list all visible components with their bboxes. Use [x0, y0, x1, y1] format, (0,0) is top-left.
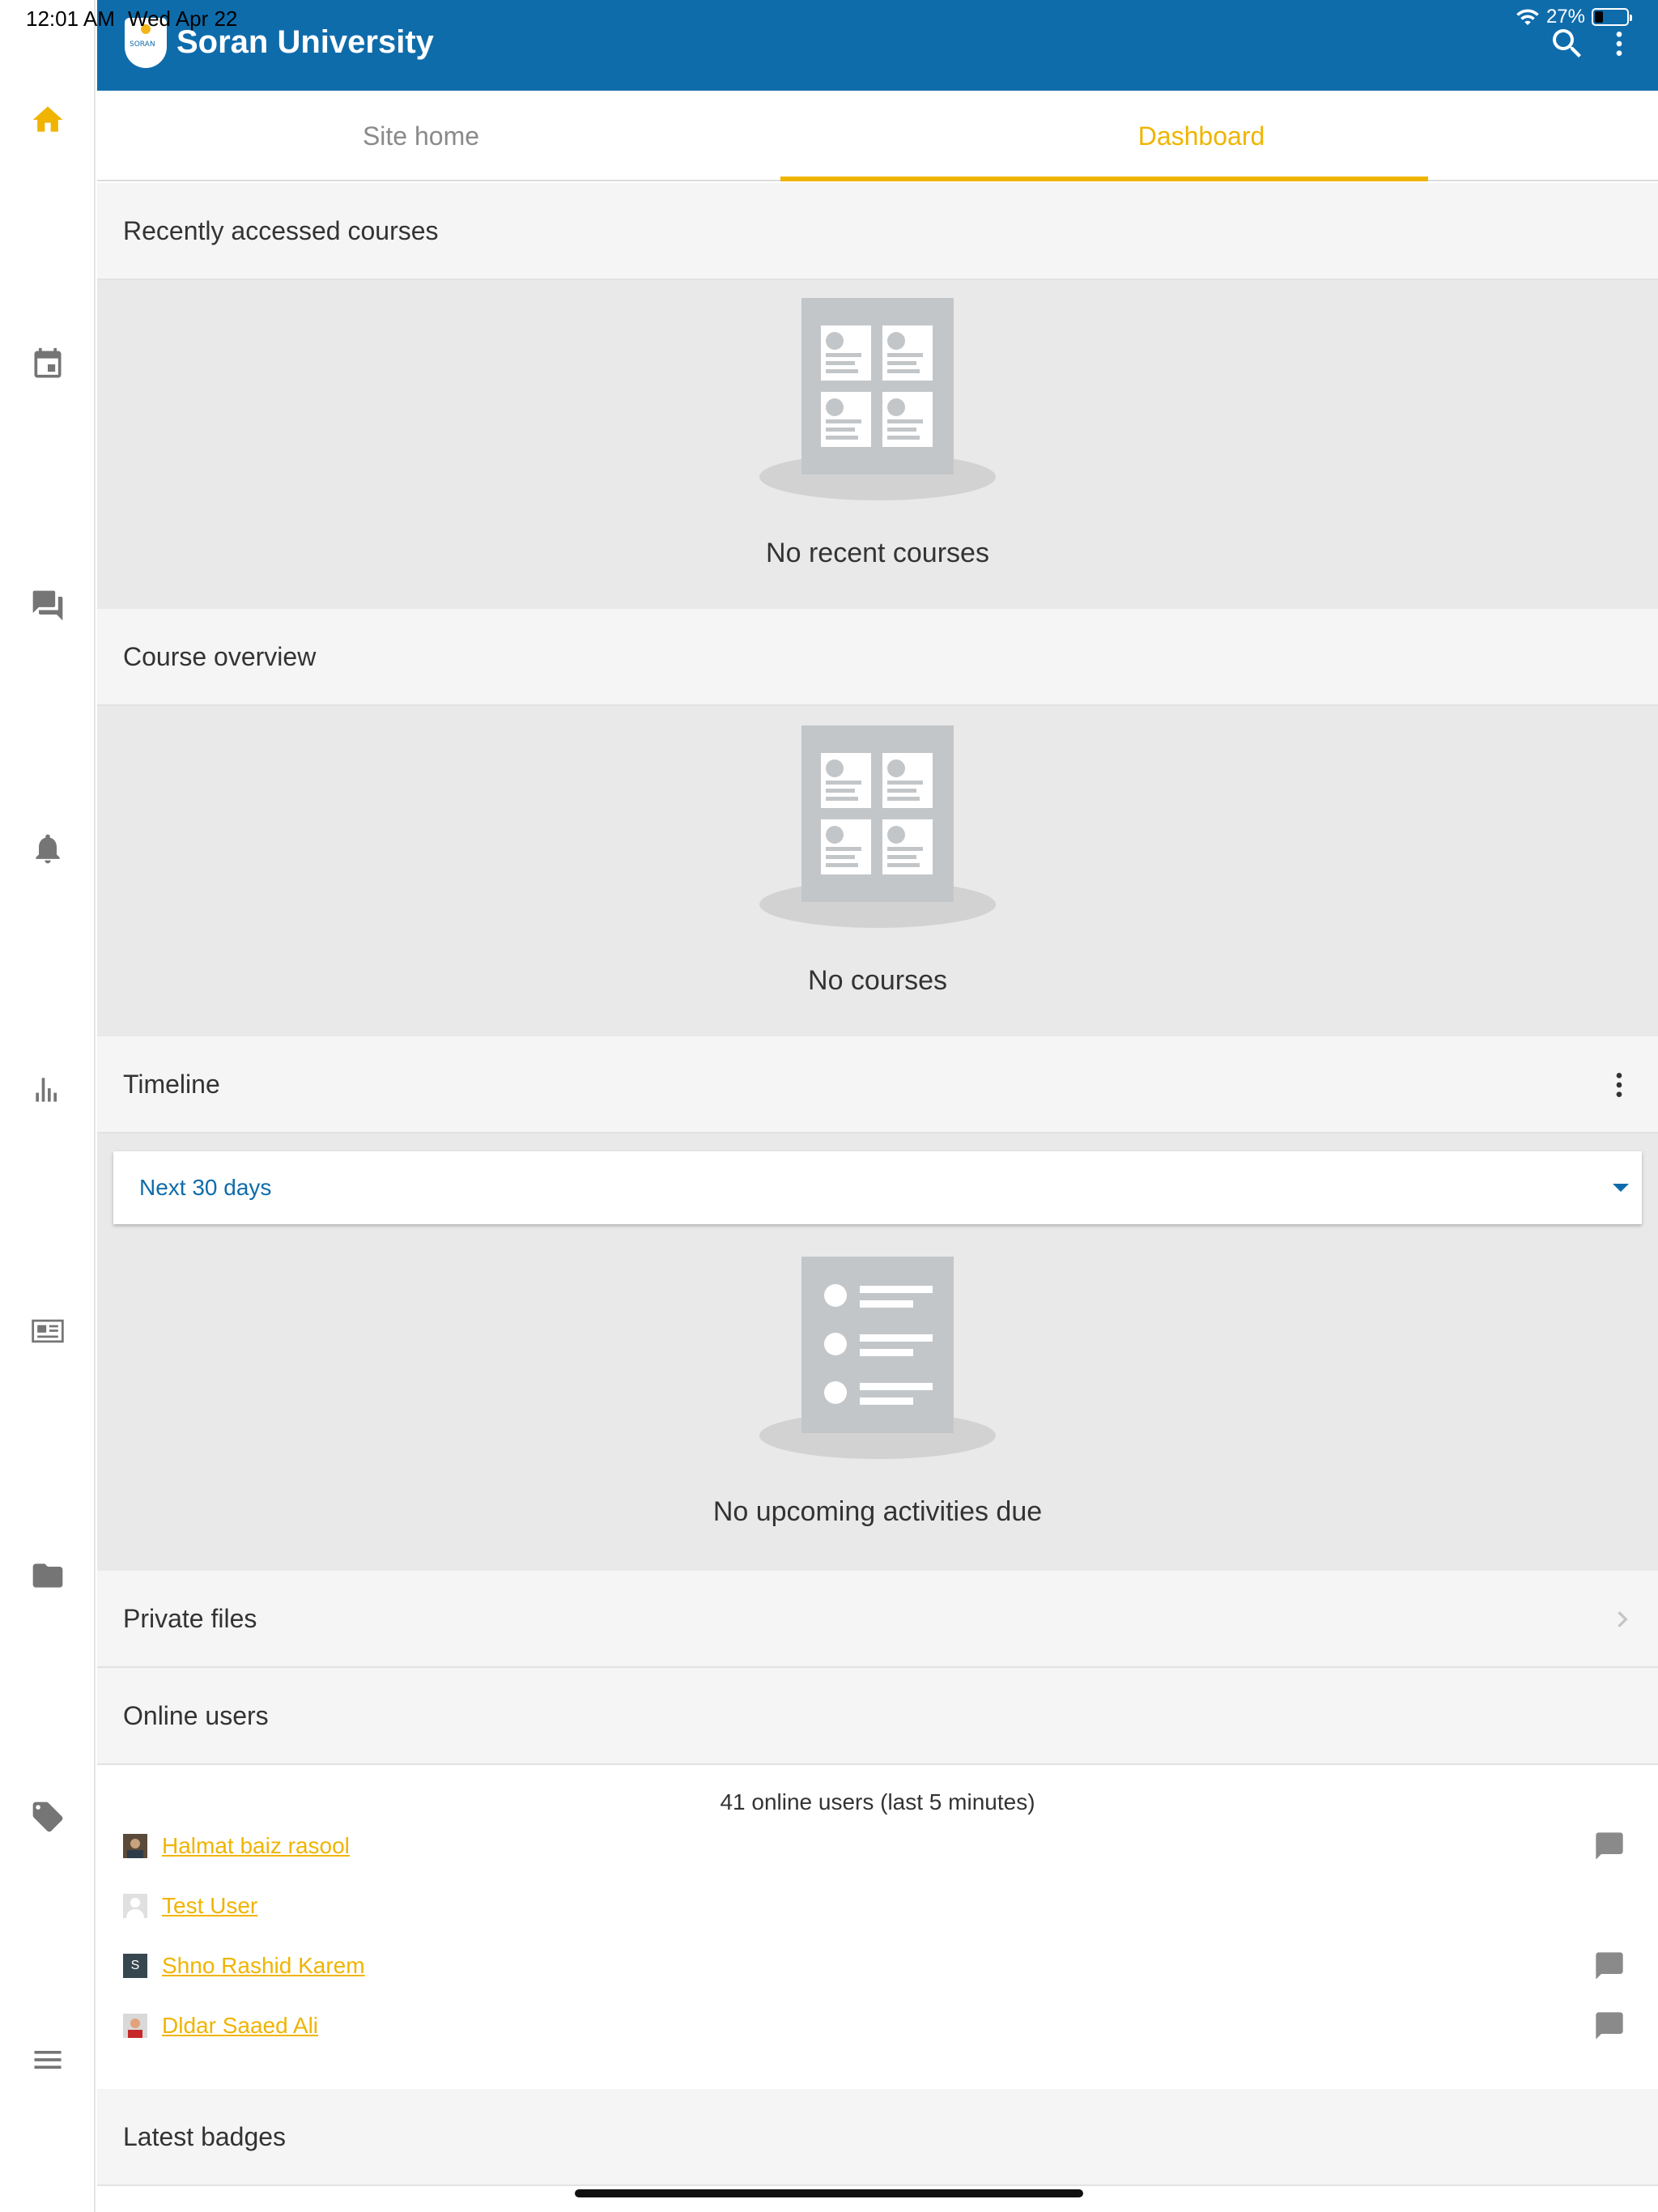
online-users-title: Online users [123, 1700, 269, 1730]
timeline-options-icon[interactable] [1603, 1069, 1635, 1101]
chevron-right-icon [1618, 1611, 1628, 1627]
dropdown-caret-icon [1613, 1184, 1629, 1192]
avatar [123, 2014, 147, 2038]
more-vertical-icon [1616, 32, 1622, 56]
send-message-icon[interactable] [1593, 1950, 1626, 1982]
nav-home[interactable] [0, 87, 96, 152]
wifi-icon [1516, 9, 1539, 25]
timeline-header: Timeline [97, 1036, 1658, 1134]
nav-files[interactable] [0, 1543, 96, 1608]
tab-dashboard[interactable]: Dashboard [878, 91, 1525, 181]
search-icon [1553, 29, 1581, 57]
folder-icon [32, 1563, 63, 1588]
notifications-icon [36, 834, 60, 864]
online-users-list: 41 online users (last 5 minutes) Halmat … [97, 1765, 1658, 2089]
nav-calendar[interactable] [0, 332, 96, 397]
user-link[interactable]: Shno Rashid Karem [162, 1953, 365, 1979]
battery-percent: 27% [1545, 6, 1585, 28]
home-indicator[interactable] [575, 2189, 1083, 2197]
avatar [123, 1834, 147, 1858]
nav-messages[interactable] [0, 573, 96, 638]
private-files-header[interactable]: Private files [97, 1571, 1658, 1668]
dashboard-content: Recently accessed courses No recent cour… [97, 183, 1658, 2186]
empty-caption: No recent courses [766, 538, 989, 568]
recent-courses-header: Recently accessed courses [97, 183, 1658, 280]
user-link[interactable]: Dldar Saaed Ali [162, 2013, 318, 2039]
recent-courses-empty: No recent courses [97, 280, 1658, 609]
course-overview-title: Course overview [123, 641, 317, 671]
timeline-filter-select[interactable]: Next 30 days [113, 1151, 1642, 1224]
news-icon [32, 1319, 64, 1343]
list-item[interactable]: Test User [123, 1890, 257, 1922]
send-message-icon[interactable] [1593, 1830, 1626, 1862]
latest-badges-title: Latest badges [123, 2121, 287, 2151]
timeline-body: Next 30 days No upcoming activities due [97, 1134, 1658, 1571]
send-message-icon[interactable] [1593, 2010, 1626, 2042]
list-item[interactable]: S Shno Rashid Karem [123, 1950, 365, 1982]
nav-news[interactable] [0, 1299, 96, 1363]
list-item[interactable]: Dldar Saaed Ali [123, 2010, 318, 2042]
nav-more[interactable] [0, 2027, 96, 2092]
side-navigation [0, 0, 96, 2212]
user-link[interactable]: Test User [162, 1893, 257, 1919]
activities-illustration-icon [756, 1257, 999, 1459]
empty-caption: No upcoming activities due [712, 1496, 1043, 1527]
online-users-header: Online users [97, 1668, 1658, 1765]
status-indicators: 27% [1516, 5, 1632, 29]
latest-badges-header: Latest badges [97, 2089, 1658, 2186]
course-overview-empty: No courses [97, 706, 1658, 1036]
tag-icon [32, 1802, 63, 1832]
home-icon [32, 106, 63, 132]
calendar-icon [34, 347, 62, 378]
online-users-count: 41 online users (last 5 minutes) [720, 1789, 1035, 1814]
messages-icon [32, 590, 63, 621]
course-overview-header: Course overview [97, 609, 1658, 706]
status-date: Wed Apr 22 [128, 6, 238, 31]
list-item[interactable]: Halmat baiz rasool [123, 1830, 350, 1862]
nav-tags[interactable] [0, 1784, 96, 1849]
avatar: S [123, 1954, 147, 1978]
nav-notifications[interactable] [0, 816, 96, 881]
battery-icon [1592, 8, 1632, 26]
user-link[interactable]: Halmat baiz rasool [162, 1833, 350, 1859]
tab-site-home[interactable]: Site home [97, 91, 745, 181]
active-tab-indicator [780, 177, 1428, 181]
timeline-filter-value: Next 30 days [139, 1175, 272, 1200]
courses-illustration-icon [756, 298, 999, 500]
recent-courses-title: Recently accessed courses [123, 215, 439, 245]
nav-grades[interactable] [0, 1057, 96, 1122]
avatar [123, 1894, 147, 1918]
menu-icon [34, 2051, 62, 2069]
timeline-title: Timeline [123, 1069, 220, 1099]
status-time: 12:01 AM [26, 6, 115, 31]
empty-caption: No courses [808, 965, 947, 996]
grades-icon [36, 1078, 57, 1102]
logo-text: SORAN [130, 40, 155, 49]
courses-illustration-icon [756, 725, 999, 928]
private-files-title: Private files [123, 1603, 257, 1633]
app-header: SORAN Soran University [97, 0, 1658, 91]
tab-bar: Site home Dashboard [97, 91, 1658, 181]
